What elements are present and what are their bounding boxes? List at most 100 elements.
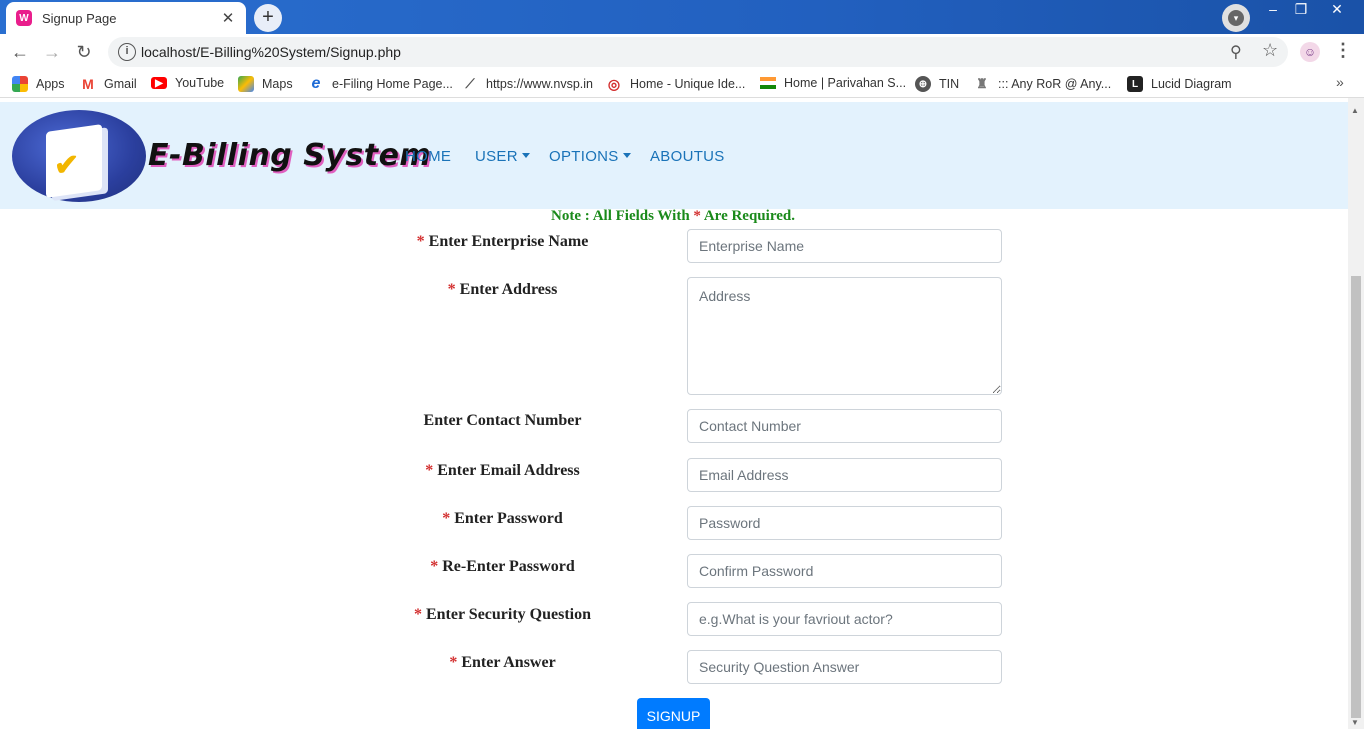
label-text: Enter Contact Number [423,412,582,429]
extension-icon[interactable]: ☺ [1300,42,1320,62]
bookmark-label: YouTube [175,76,225,90]
page-scrollbar[interactable]: ▲ ▼ [1348,98,1364,729]
enterprise-name-input[interactable] [687,229,1002,263]
browser-tab-strip: W Signup Page ✕ + ▾ – ❐ ✕ [0,0,1364,34]
scroll-down-arrow-icon[interactable]: ▼ [1351,718,1359,727]
bookmark-label: Home | Parivahan S... [784,76,907,90]
required-star: * [425,462,434,479]
label-text: Enter Address [459,281,558,298]
browser-tab[interactable]: W Signup Page ✕ [6,2,246,34]
bookmark-label: Apps [36,77,65,91]
email-label: * Enter Email Address [400,462,605,480]
bookmark-label: TIN [939,77,960,91]
required-star: * [693,208,701,224]
security-answer-input[interactable] [687,650,1002,684]
label-text: Enter Security Question [425,606,592,623]
signup-button[interactable]: SIGNUP [637,698,710,729]
confirm-password-input[interactable] [687,554,1002,588]
close-window-button[interactable]: ✕ [1322,0,1352,20]
maps-icon [238,76,254,92]
new-tab-button[interactable]: + [254,4,282,32]
label-text: Enter Answer [461,654,556,671]
nav-aboutus[interactable]: ABOUTUS [650,148,725,165]
bookmark-nvsp[interactable]: ⟋ https://www.nvsp.in [462,76,593,92]
back-button[interactable]: ← [8,40,32,64]
required-star: * [449,654,458,671]
forward-button[interactable]: → [40,40,64,64]
bookmark-maps[interactable]: Maps [238,76,293,92]
nav-user-dropdown[interactable]: USER [475,148,530,165]
bookmark-label: Gmail [104,77,137,91]
ie-icon: e [308,75,324,92]
bookmark-label: Lucid Diagram [1151,77,1232,91]
chevron-down-icon: ▾ [1228,10,1244,26]
address-label: * Enter Address [400,281,605,299]
nav-home[interactable]: HOME [405,148,451,165]
browser-menu-icon[interactable]: ⋮ [1334,40,1352,61]
reload-button[interactable]: ↻ [72,40,96,64]
note-prefix: Note : All Fields With [551,208,694,224]
restore-button[interactable]: ❐ [1286,0,1316,20]
site-navbar: ✔ E-Billing System HOME USER OPTIONS ABO… [0,102,1348,209]
zoom-icon[interactable]: ⚲ [1230,42,1242,62]
scrollbar-thumb[interactable] [1351,276,1361,718]
tab-title: Signup Page [42,10,117,26]
address-textarea[interactable] [687,277,1002,395]
browser-toolbar: ← → ↻ i localhost/E-Billing%20System/Sig… [0,34,1364,70]
lucid-icon: L [1127,76,1143,92]
gmail-icon: M [80,76,96,92]
site-logo[interactable]: ✔ [12,110,146,202]
minimize-button[interactable]: – [1258,0,1288,20]
required-star: * [442,510,451,527]
bookmark-label: e-Filing Home Page... [332,77,453,91]
checkmark-icon: ✔ [54,149,80,182]
password-input[interactable] [687,506,1002,540]
bookmark-efiling[interactable]: e e-Filing Home Page... [308,75,453,92]
bookmark-apps[interactable]: Apps [12,76,65,92]
bookmark-uidai[interactable]: ◎ Home - Unique Ide... [606,76,745,92]
site-brand[interactable]: E-Billing System [148,138,431,173]
india-flag-icon [760,77,776,89]
url-text[interactable]: localhost/E-Billing%20System/Signup.php [141,44,401,60]
page-viewport: ✔ E-Billing System HOME USER OPTIONS ABO… [0,98,1364,729]
address-bar[interactable]: i localhost/E-Billing%20System/Signup.ph… [108,37,1288,67]
nav-options-dropdown[interactable]: OPTIONS [549,148,631,165]
required-star: * [430,558,439,575]
label-text: Re-Enter Password [442,558,575,575]
bookmark-gmail[interactable]: M Gmail [80,76,137,92]
tab-favicon-icon: W [16,10,32,26]
required-star: * [413,606,422,623]
required-note: Note : All Fields With * Are Required. [0,208,1346,225]
bookmark-label: https://www.nvsp.in [486,77,593,91]
required-star: * [416,233,425,250]
bookmark-label: ::: Any RoR @ Any... [998,77,1112,91]
bookmark-ror[interactable]: ♜::: Any RoR @ Any... [974,76,1111,92]
bookmark-label: Maps [262,77,293,91]
tab-search-button[interactable]: ▾ [1222,4,1250,32]
label-text: Enter Enterprise Name [428,233,589,250]
note-suffix: Are Required. [700,208,795,224]
security-answer-label: * Enter Answer [400,654,605,672]
bookmark-lucid[interactable]: L Lucid Diagram [1127,76,1232,92]
bookmark-parivahan[interactable]: Home | Parivahan S... [760,76,906,90]
info-icon[interactable]: i [118,43,136,61]
tab-close-icon[interactable]: ✕ [220,9,236,27]
bookmark-label: Home - Unique Ide... [630,77,746,91]
bookmarks-overflow-icon[interactable]: » [1336,74,1344,90]
security-question-label: * Enter Security Question [400,606,605,624]
confirm-password-label: * Re-Enter Password [400,558,605,576]
contact-number-label: Enter Contact Number [400,412,605,430]
bookmarks-bar: Apps M Gmail ▶ YouTube Maps e e-Filing Home… [0,70,1364,98]
bookmark-youtube[interactable]: ▶ YouTube [151,76,224,90]
bookmark-tin[interactable]: ⊕ TIN [915,76,959,92]
password-label: * Enter Password [400,510,605,528]
email-input[interactable] [687,458,1002,492]
scroll-up-arrow-icon[interactable]: ▲ [1351,106,1359,115]
label-text: Enter Password [454,510,563,527]
security-question-input[interactable] [687,602,1002,636]
nvsp-icon: ⟋ [462,76,478,92]
bookmark-star-icon[interactable]: ☆ [1262,40,1278,61]
contact-number-input[interactable] [687,409,1002,443]
emblem-icon: ♜ [974,76,990,92]
required-star: * [447,281,456,298]
